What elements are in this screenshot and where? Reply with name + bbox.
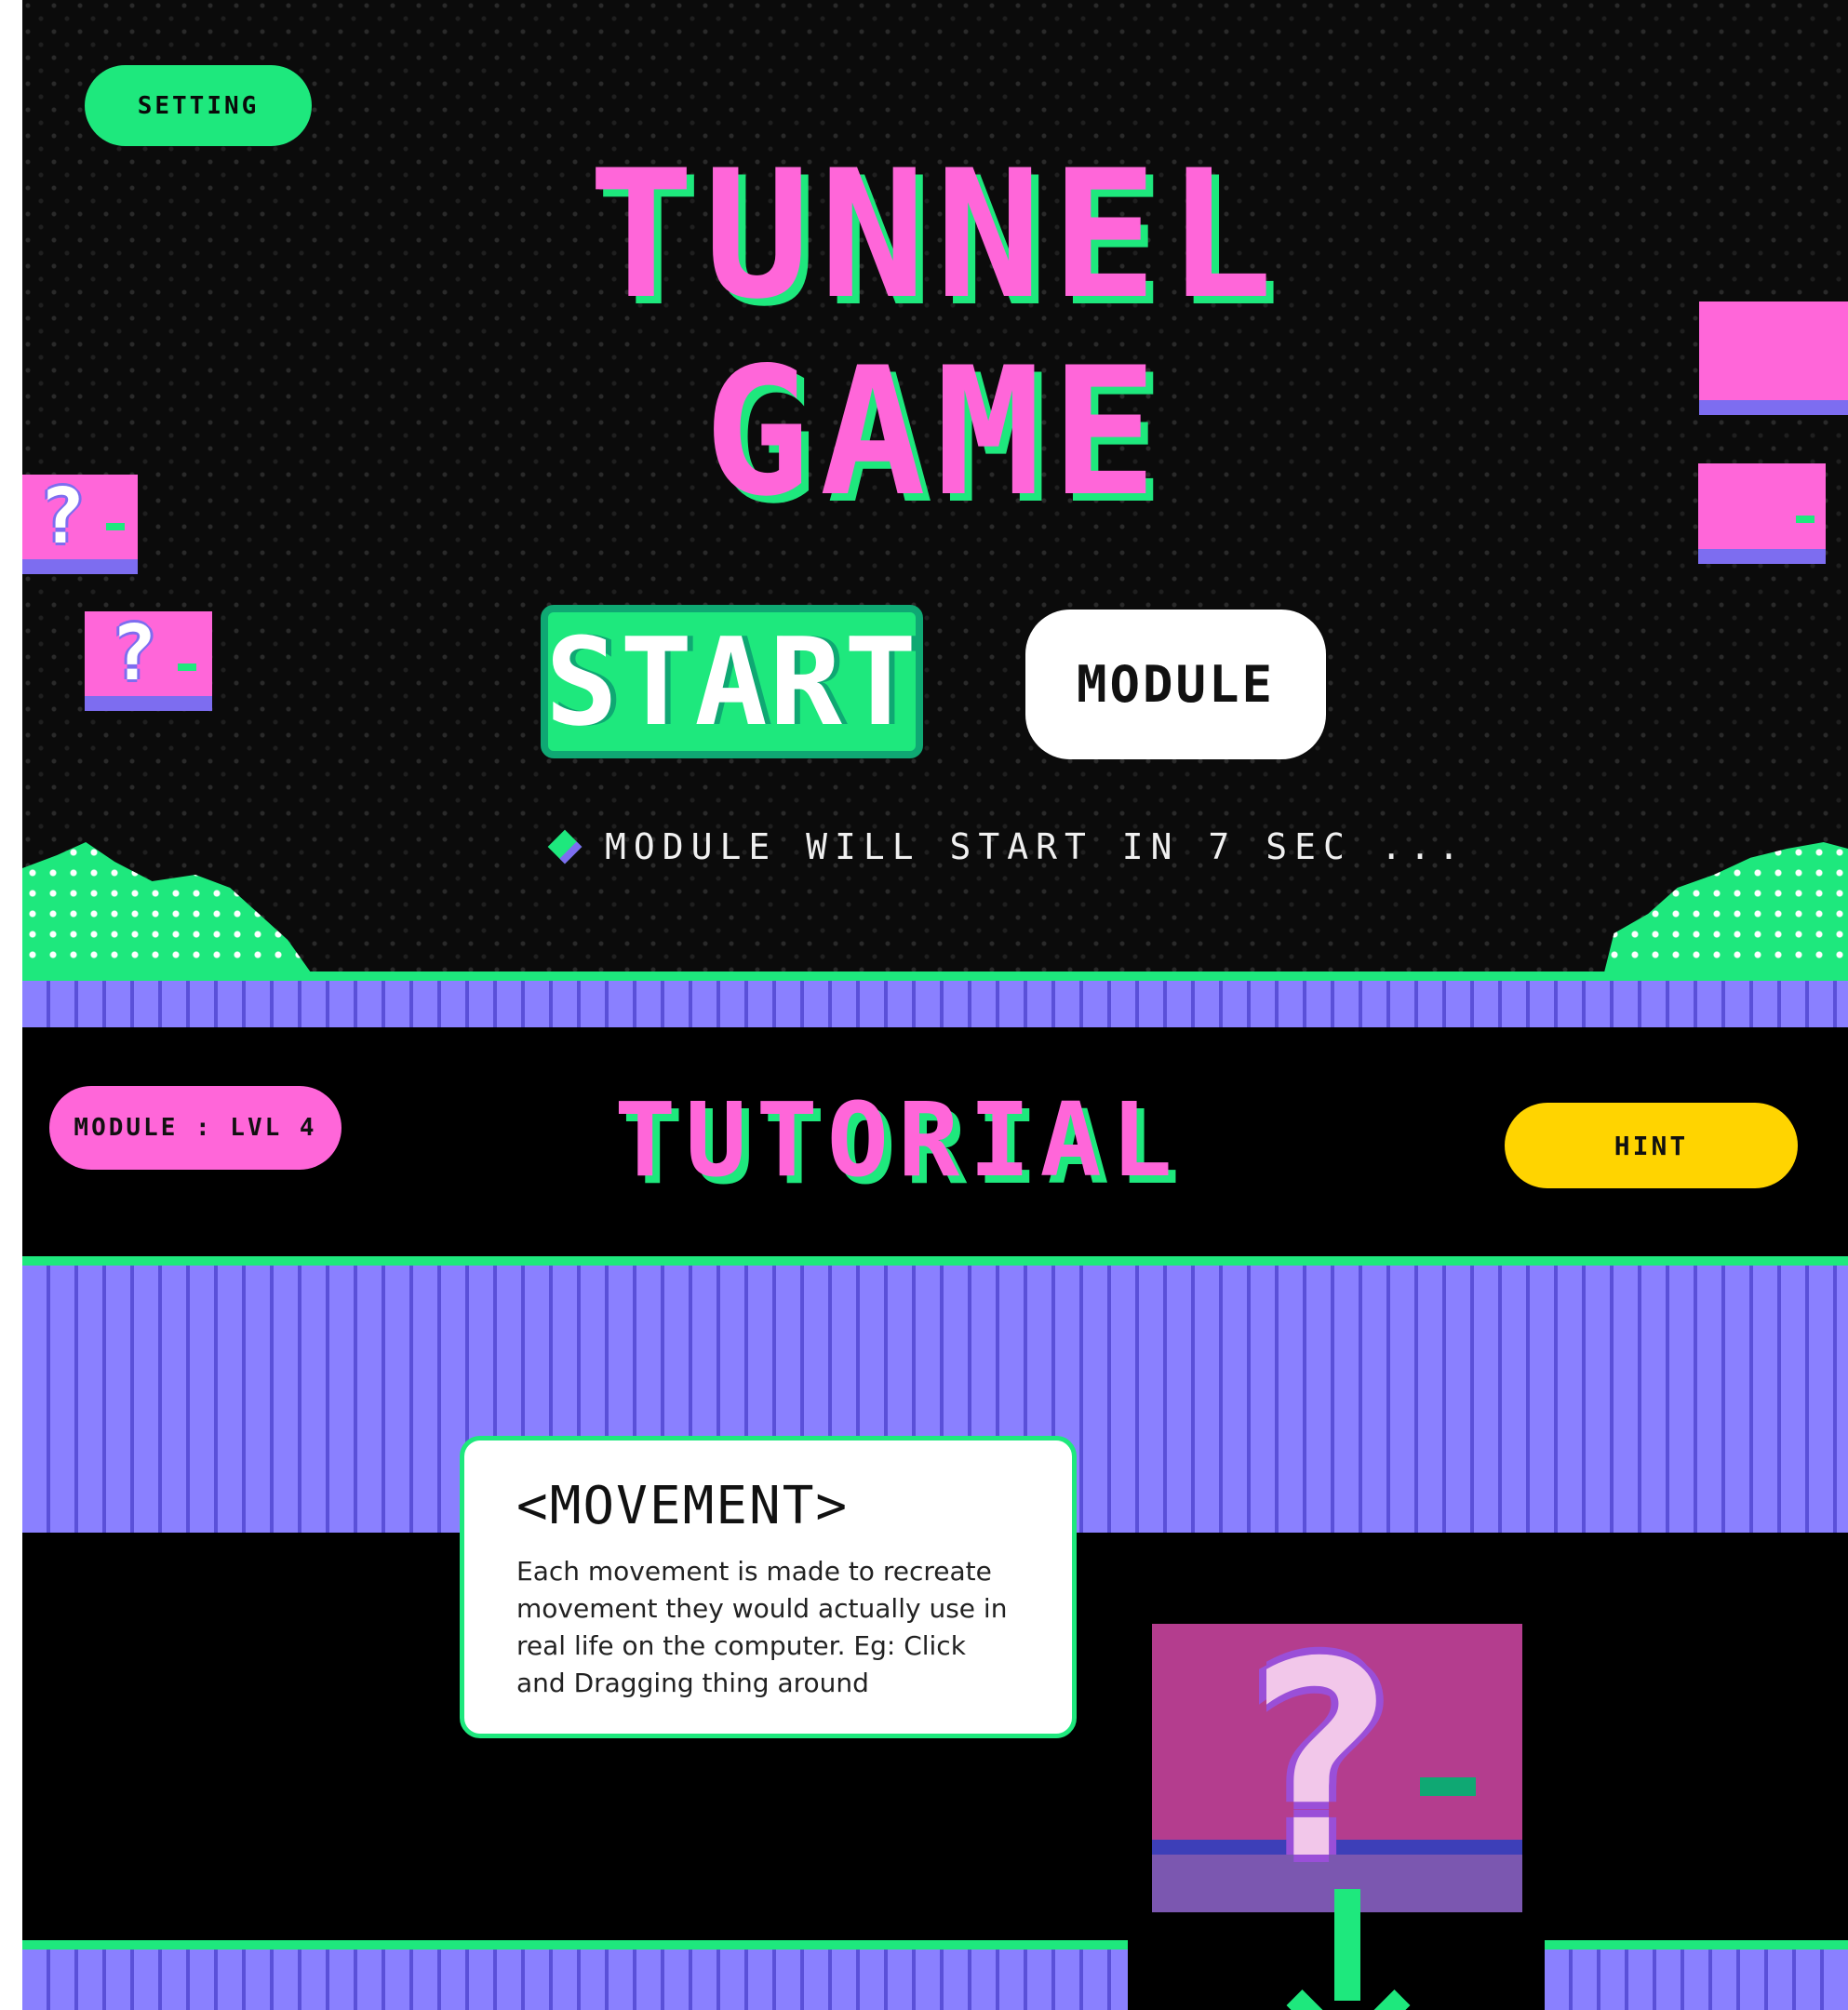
diamond-icon — [547, 829, 583, 864]
block-dash — [106, 523, 125, 530]
question-block: ? — [85, 610, 212, 711]
brick-block — [1699, 302, 1848, 415]
module-button[interactable]: MODULE — [1025, 610, 1326, 759]
countdown-message: MODULE WILL START IN 7 SEC ... — [547, 819, 1467, 875]
title-screen: SETTING TUNNEL GAME START MODULE MODULE … — [22, 0, 1848, 1027]
block-dash — [178, 663, 196, 671]
brick-block — [1698, 463, 1826, 564]
movement-card: <MOVEMENT> Each movement is made to recr… — [460, 1436, 1077, 1738]
game-title-line1: TUNNEL — [587, 132, 1283, 338]
card-text: Each movement is made to recreate moveme… — [516, 1556, 1008, 1698]
block-dash — [1420, 1777, 1476, 1796]
hint-button[interactable]: HINT — [1505, 1103, 1798, 1188]
question-mark-icon: ? — [111, 610, 157, 698]
large-question-block[interactable]: ? — [1152, 1624, 1522, 1912]
question-block: ? — [22, 473, 138, 574]
bush-right — [1604, 842, 1848, 972]
down-arrow-head — [1286, 1943, 1411, 2010]
start-button[interactable]: START — [541, 605, 923, 758]
card-title: <MOVEMENT> — [516, 1476, 850, 1536]
game-title-line2: GAME — [703, 329, 1167, 535]
game-frame: SETTING TUNNEL GAME START MODULE MODULE … — [22, 0, 1848, 2010]
block-dash — [1796, 516, 1815, 523]
setting-button[interactable]: SETTING — [85, 65, 312, 146]
countdown-text: MODULE WILL START IN 7 SEC ... — [605, 826, 1467, 867]
floor-bricks-right — [1545, 1940, 1848, 2010]
question-mark-icon: ? — [1236, 1624, 1399, 1912]
bush-left — [22, 842, 311, 972]
question-mark-icon: ? — [39, 473, 86, 561]
ground-bricks — [22, 972, 1848, 1027]
floor-bricks-left — [22, 1940, 1128, 2010]
